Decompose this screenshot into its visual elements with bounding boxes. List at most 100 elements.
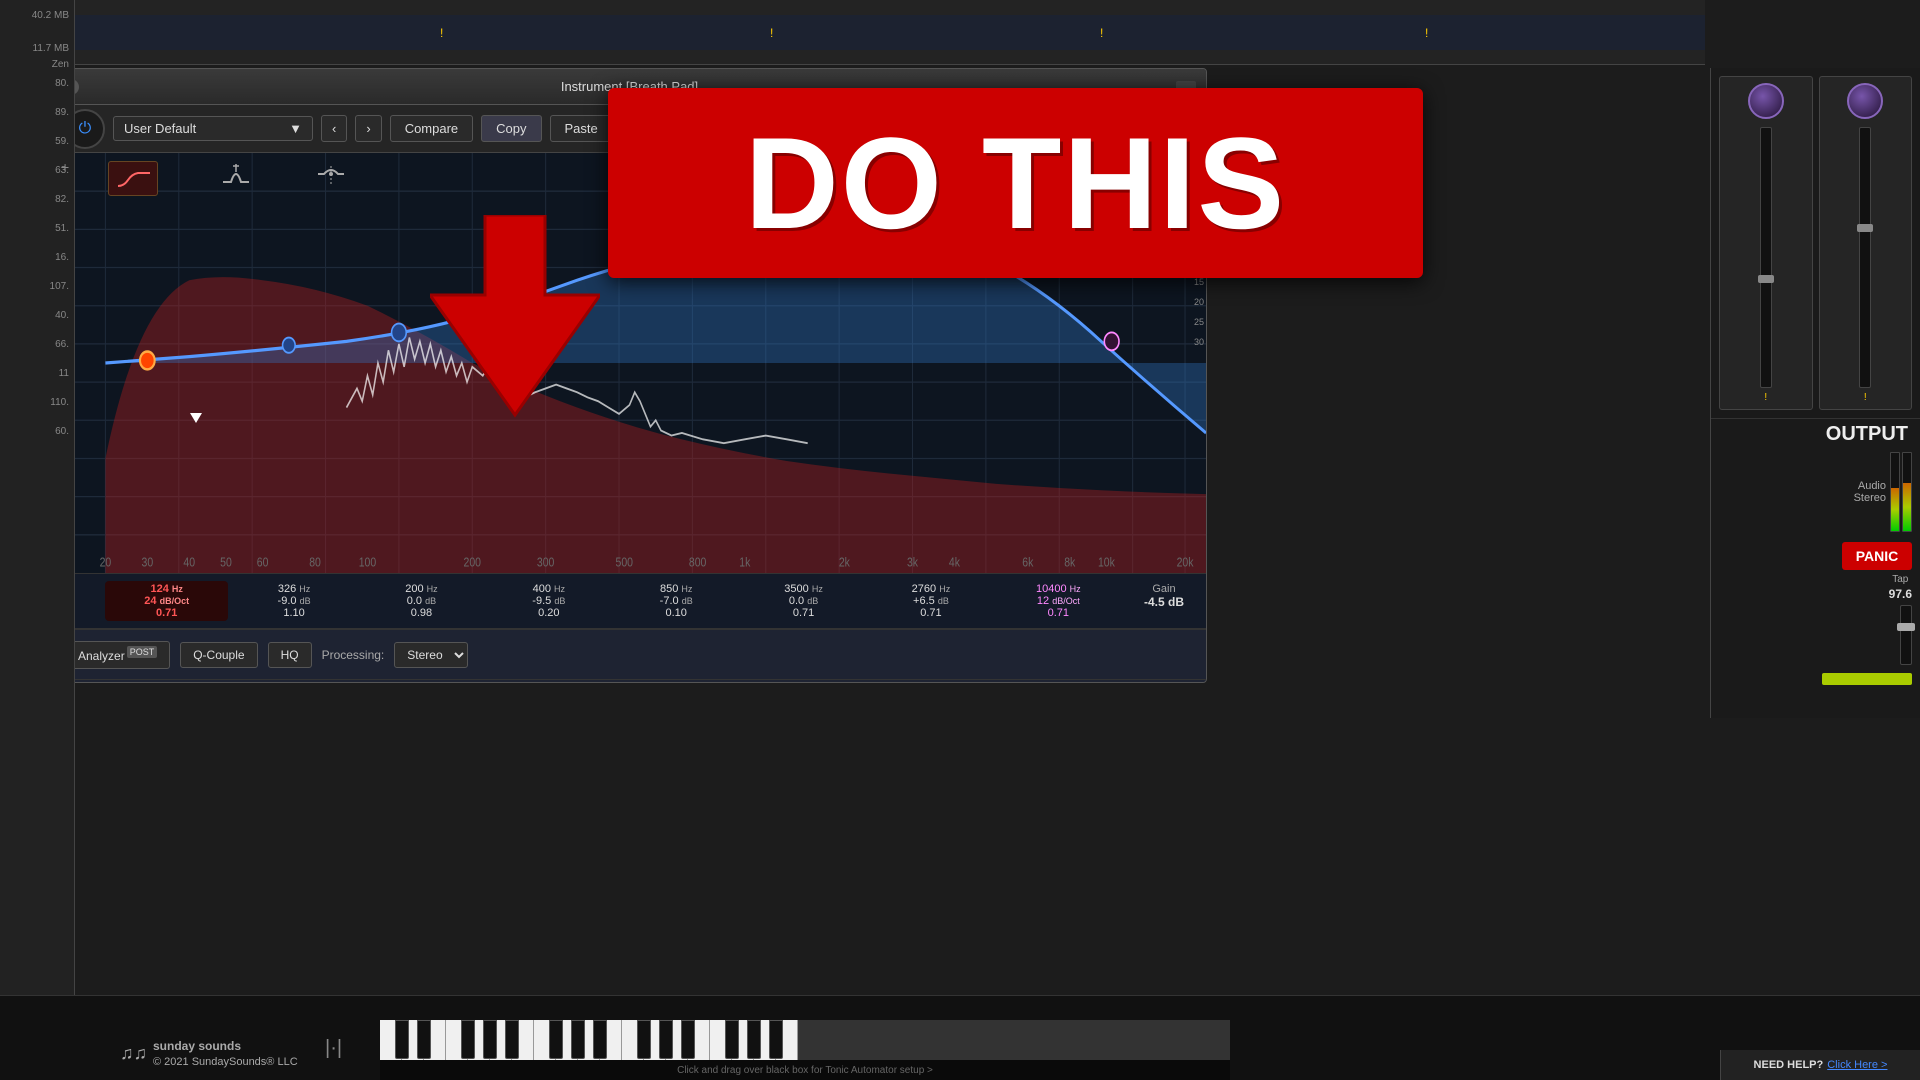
exclamation-4: !	[1425, 26, 1428, 40]
band8-info[interactable]: 10400 Hz 12 dB/Oct 0.71	[997, 581, 1120, 621]
db-label-51: 51.	[0, 223, 69, 234]
mem-label-3: Zen	[0, 59, 69, 70]
svg-text:6k: 6k	[1022, 556, 1033, 570]
output-title: OUTPUT	[1711, 418, 1920, 448]
panic-tap-section: PANIC Tap 97.6	[1711, 536, 1920, 691]
right-label-neg20: 20	[1194, 297, 1204, 307]
paste-button[interactable]: Paste	[550, 115, 613, 142]
piano-key-black[interactable]	[725, 1020, 739, 1059]
svg-text:800: 800	[689, 556, 707, 570]
svg-text:500: 500	[616, 556, 634, 570]
band2-info[interactable]: 326 Hz -9.0 dB 1.10	[232, 581, 355, 621]
do-this-banner: DO THIS	[608, 88, 1423, 278]
band2-filter-icon[interactable]	[218, 161, 253, 189]
piano-key-black[interactable]	[483, 1020, 497, 1059]
db-label-40: 40.	[0, 310, 69, 321]
exclamation-2: !	[770, 26, 773, 40]
svg-text:30: 30	[142, 556, 154, 570]
db-label-107: 107.	[0, 281, 69, 292]
logo-area: ♫♫ sunday sounds © 2021 SundaySounds® LL…	[120, 1038, 298, 1070]
exclamation-1: !	[440, 26, 443, 40]
copy-button[interactable]: Copy	[481, 115, 541, 142]
q-couple-button[interactable]: Q-Couple	[180, 642, 257, 668]
channel-2-pan-knob[interactable]	[1847, 83, 1883, 119]
compare-button[interactable]: Compare	[390, 115, 473, 142]
piano-key-black[interactable]	[593, 1020, 607, 1059]
channel-2-fader[interactable]	[1859, 127, 1871, 388]
piano-key-black[interactable]	[769, 1020, 783, 1059]
db-label-16: 16.	[0, 252, 69, 263]
back-button[interactable]: ‹	[321, 115, 347, 142]
piano-key-black[interactable]	[659, 1020, 673, 1059]
mixer-section: ! !	[1711, 68, 1920, 418]
db-label-11: 11	[0, 368, 69, 379]
exclamation-3: !	[1100, 26, 1103, 40]
svg-text:50: 50	[220, 556, 232, 570]
svg-text:60: 60	[257, 556, 269, 570]
right-label-neg15: 15	[1194, 277, 1204, 287]
band7-info[interactable]: 2760 Hz +6.5 dB 0.71	[869, 581, 992, 621]
band3-info[interactable]: 200 Hz 0.0 dB 0.98	[360, 581, 483, 621]
channel-1-fader[interactable]	[1760, 127, 1772, 388]
piano-key-black[interactable]	[747, 1020, 761, 1059]
band3-filter-icon[interactable]	[313, 161, 348, 189]
hq-button[interactable]: HQ	[268, 642, 312, 668]
need-help-bar: NEED HELP? Click Here >	[1720, 1050, 1920, 1080]
piano-key-black[interactable]	[461, 1020, 475, 1059]
band-info-row: 124 Hz 24 dB/Oct 0.71 326 Hz -9.0 dB 1.1…	[53, 573, 1206, 629]
eq-bottom-controls: AnalyzerPOST Q-Couple HQ Processing: Ste…	[53, 629, 1206, 679]
svg-text:2k: 2k	[839, 556, 850, 570]
logo-icon: ♫♫	[120, 1043, 147, 1064]
piano-key-black[interactable]	[417, 1020, 431, 1059]
output-panel: ! ! OUTPUT Audio Stereo	[1710, 68, 1920, 718]
db-label-59: 59.	[0, 136, 69, 147]
svg-text:100: 100	[359, 556, 377, 570]
band1-filter-icon[interactable]	[108, 161, 158, 196]
piano-key-black[interactable]	[681, 1020, 695, 1059]
piano-key-black[interactable]	[505, 1020, 519, 1059]
band1-info[interactable]: 124 Hz 24 dB/Oct 0.71	[105, 581, 228, 621]
svg-text:40: 40	[183, 556, 195, 570]
svg-text:1k: 1k	[739, 556, 750, 570]
db-label-63: 63.	[0, 165, 69, 176]
db-label-60: 60.	[0, 426, 69, 437]
band4-info[interactable]: 400 Hz -9.5 dB 0.20	[487, 581, 610, 621]
red-arrow	[430, 215, 600, 425]
mixer-channel-1: !	[1719, 76, 1813, 410]
logo-text: sunday sounds © 2021 SundaySounds® LLC	[153, 1038, 298, 1070]
track-area: ! ! ! !	[75, 0, 1705, 65]
bottom-area: ♫♫ sunday sounds © 2021 SundaySounds® LL…	[0, 995, 1920, 1080]
gain-display: Gain -4.5 dB	[1124, 581, 1204, 621]
right-label-neg25: 25	[1194, 317, 1204, 327]
db-label-66: 66.	[0, 339, 69, 350]
mem-label-2: 11.7 MB	[0, 43, 69, 54]
svg-text:300: 300	[537, 556, 555, 570]
db-label-89: 89.	[0, 107, 69, 118]
piano-key-black[interactable]	[637, 1020, 651, 1059]
piano-key-black[interactable]	[549, 1020, 563, 1059]
svg-text:3k: 3k	[907, 556, 918, 570]
panic-button[interactable]: PANIC	[1842, 542, 1912, 570]
band5-info[interactable]: 850 Hz -7.0 dB 0.10	[615, 581, 738, 621]
track-icon: |·|	[325, 1037, 342, 1060]
tonic-automator-label: Click and drag over black box for Tonic …	[380, 1060, 1230, 1080]
channel-1-pan-knob[interactable]	[1748, 83, 1784, 119]
mixer-channel-2: !	[1819, 76, 1913, 410]
add-band-button[interactable]: +	[61, 159, 69, 175]
piano-key-black[interactable]	[571, 1020, 585, 1059]
forward-button[interactable]: ›	[355, 115, 381, 142]
click-here-link[interactable]: Click Here >	[1827, 1059, 1887, 1071]
meter-right	[1902, 452, 1912, 532]
analyzer-button[interactable]: AnalyzerPOST	[65, 641, 170, 669]
meter-left	[1890, 452, 1900, 532]
piano-key-black[interactable]	[395, 1020, 409, 1059]
svg-text:10k: 10k	[1098, 556, 1115, 570]
output-fader[interactable]	[1900, 605, 1912, 665]
band6-info[interactable]: 3500 Hz 0.0 dB 0.71	[742, 581, 865, 621]
db-label-80: 80.	[0, 78, 69, 89]
eq-footer: ▶ Channel EQ	[53, 679, 1206, 683]
preset-dropdown[interactable]: User Default ▼	[113, 116, 313, 141]
processing-select[interactable]: Stereo	[394, 642, 468, 668]
svg-text:80: 80	[309, 556, 321, 570]
audio-stereo-row: Audio Stereo	[1711, 448, 1920, 536]
